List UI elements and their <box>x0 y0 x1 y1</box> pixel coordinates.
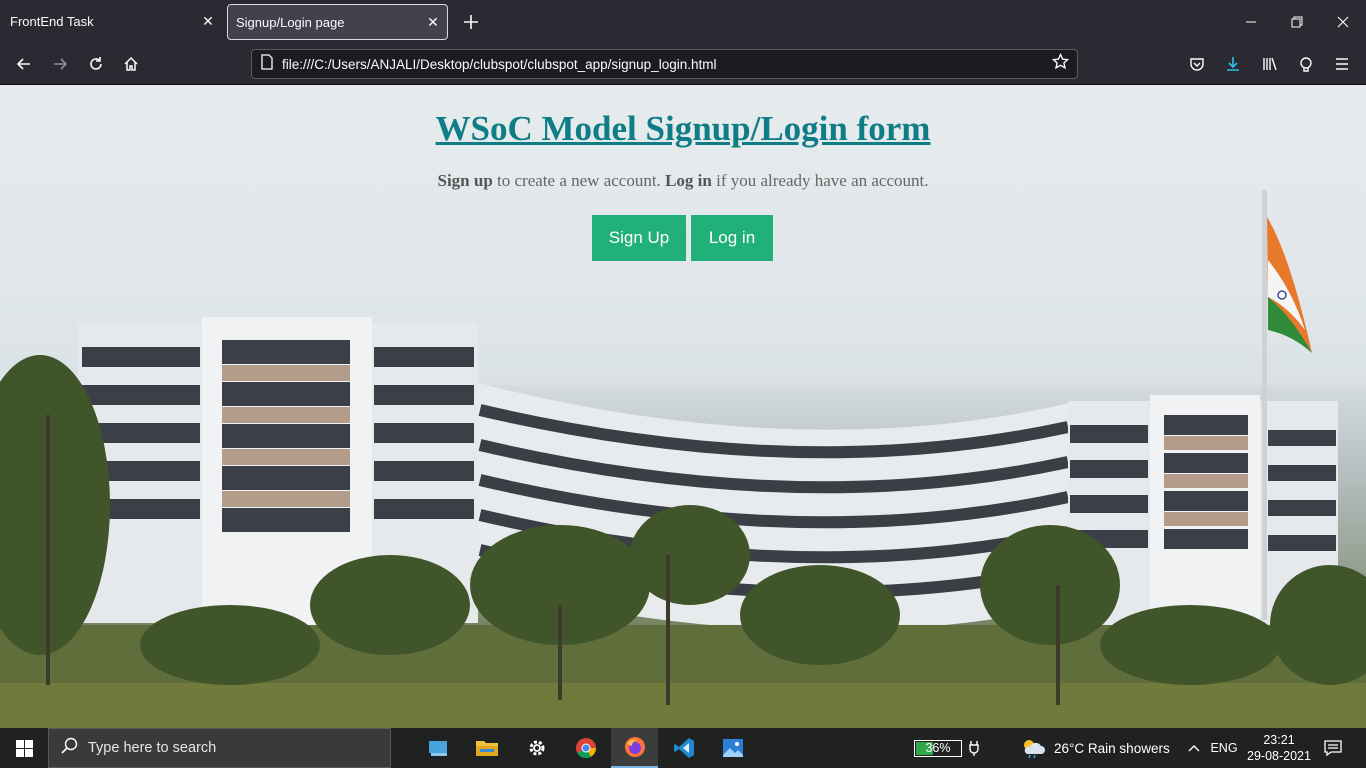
navigation-toolbar: file:///C:/Users/ANJALI/Desktop/clubspot… <box>0 43 1366 85</box>
chevron-up-icon[interactable] <box>1183 728 1205 768</box>
page-icon <box>260 53 274 75</box>
weather-widget[interactable]: 26°C Rain showers <box>1020 728 1180 768</box>
menu-icon[interactable] <box>1327 50 1357 78</box>
minimize-icon[interactable] <box>1228 0 1274 43</box>
settings-icon[interactable] <box>514 728 560 768</box>
close-window-icon[interactable] <box>1320 0 1366 43</box>
url-text[interactable]: file:///C:/Users/ANJALI/Desktop/clubspot… <box>282 57 1052 72</box>
file-explorer-icon[interactable] <box>464 728 510 768</box>
weather-text: 26°C Rain showers <box>1054 740 1170 756</box>
language-indicator[interactable]: ENG <box>1207 728 1241 768</box>
signup-button[interactable]: Sign Up <box>592 215 686 261</box>
reload-icon[interactable] <box>81 50 111 78</box>
downloads-icon[interactable] <box>1218 50 1248 78</box>
photos-icon[interactable] <box>710 728 756 768</box>
close-tab-icon[interactable]: ✕ <box>194 8 222 36</box>
rain-cloud-icon <box>1024 740 1045 758</box>
tab-frontend-task[interactable]: FrontEnd Task ✕ <box>0 0 222 43</box>
tab-strip: FrontEnd Task ✕ Signup/Login page ✕ <box>0 0 1366 43</box>
pocket-icon[interactable] <box>1182 50 1212 78</box>
page-subtitle: Sign up to create a new account. Log in … <box>0 171 1366 191</box>
chrome-icon[interactable] <box>563 728 609 768</box>
close-tab-icon[interactable]: ✕ <box>419 8 447 36</box>
taskbar: Type here to search 36% 26°C Rain shower… <box>0 728 1366 768</box>
taskbar-search-box[interactable]: Type here to search <box>48 728 391 768</box>
forward-icon[interactable] <box>45 50 75 78</box>
subtitle-middle-text: to create a new account. <box>492 171 666 190</box>
battery-percent: 36% <box>925 740 951 755</box>
clock[interactable]: 23:21 29-08-2021 <box>1243 728 1315 768</box>
home-icon[interactable] <box>116 50 146 78</box>
restore-icon[interactable] <box>1274 0 1320 43</box>
subtitle-end-text: if you already have an account. <box>711 171 929 190</box>
task-view-icon[interactable] <box>416 728 462 768</box>
clock-date: 29-08-2021 <box>1247 749 1311 763</box>
signup-bold-text: Sign up <box>437 171 493 190</box>
new-tab-icon[interactable] <box>458 8 484 36</box>
library-icon[interactable] <box>1255 50 1285 78</box>
windows-start-icon[interactable] <box>0 728 48 768</box>
notification-icon[interactable] <box>1318 728 1348 768</box>
battery-icon: 36% <box>914 739 962 757</box>
plug-icon <box>965 728 983 768</box>
login-button[interactable]: Log in <box>691 215 773 261</box>
page-viewport: WSoC Model Signup/Login form Sign up to … <box>0 85 1366 728</box>
firefox-icon[interactable] <box>611 728 658 768</box>
search-placeholder: Type here to search <box>88 740 217 756</box>
tab-title: FrontEnd Task <box>10 14 94 29</box>
tab-signup-login[interactable]: Signup/Login page ✕ <box>227 4 448 40</box>
battery-indicator[interactable]: 36% <box>911 728 965 768</box>
search-icon <box>61 737 78 759</box>
vscode-icon[interactable] <box>661 728 707 768</box>
back-icon[interactable] <box>9 50 39 78</box>
extension-icon[interactable] <box>1291 50 1321 78</box>
clock-time: 23:21 <box>1263 733 1295 747</box>
login-bold-text: Log in <box>665 171 712 190</box>
bookmark-star-icon[interactable] <box>1051 52 1070 75</box>
page-title: WSoC Model Signup/Login form <box>435 109 931 148</box>
tab-title: Signup/Login page <box>236 14 345 30</box>
url-bar[interactable]: file:///C:/Users/ANJALI/Desktop/clubspot… <box>251 49 1078 79</box>
